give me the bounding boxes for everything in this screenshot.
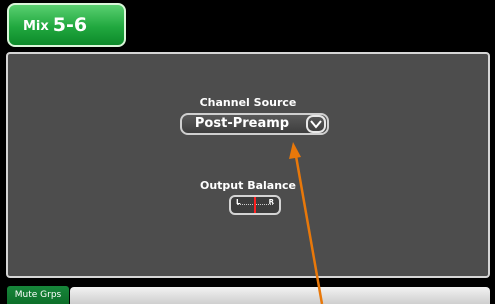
tab-mix-number: 5-6 — [52, 14, 88, 36]
tab-mix[interactable]: Mix 5-6 — [7, 3, 126, 47]
output-balance-label: Output Balance — [199, 179, 297, 192]
balance-marker[interactable] — [254, 197, 256, 213]
channel-source-label: Channel Source — [199, 96, 297, 109]
tab-mix-prefix: Mix — [23, 19, 49, 34]
output-balance-control[interactable]: L R — [229, 195, 281, 215]
bottom-tab-bar: Mute Grps — [0, 282, 495, 304]
settings-panel: Channel Source Post-Preamp Output Balanc… — [6, 52, 490, 278]
channel-source-value: Post-Preamp — [194, 116, 290, 131]
tab-mute-groups[interactable]: Mute Grps — [7, 286, 69, 304]
chevron-down-icon[interactable] — [306, 115, 326, 133]
channel-source-select[interactable]: Post-Preamp — [180, 113, 329, 135]
bottom-strip — [70, 287, 490, 304]
